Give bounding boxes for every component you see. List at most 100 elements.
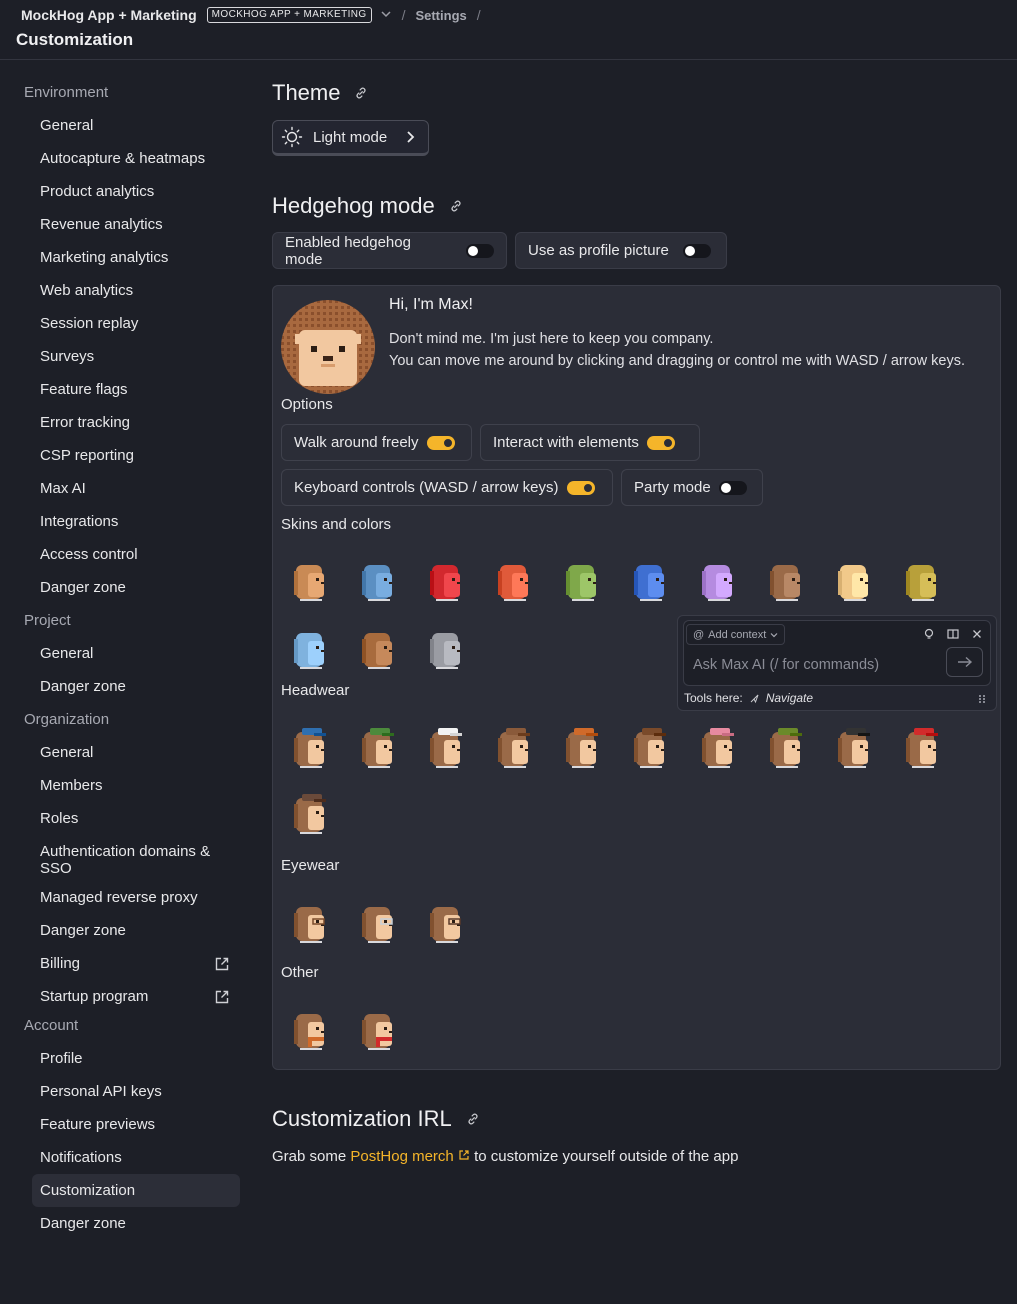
sidebar-item-surveys[interactable]: Surveys: [32, 340, 240, 373]
sidebar-item-csp-reporting[interactable]: CSP reporting: [32, 439, 240, 472]
sidebar-item-autocapture-heatmaps[interactable]: Autocapture & heatmaps: [32, 142, 240, 175]
sidebar-item-managed-reverse-proxy[interactable]: Managed reverse proxy: [32, 881, 240, 914]
toggle-switch[interactable]: [682, 243, 711, 258]
hedgehog-eyewear-option[interactable]: [356, 897, 400, 945]
posthog-merch-link[interactable]: PostHog merch: [350, 1148, 470, 1165]
sidebar-item-danger-zone[interactable]: Danger zone: [32, 670, 240, 703]
hedgehog-headwear-option[interactable]: [696, 722, 740, 770]
breadcrumb-settings[interactable]: Settings: [415, 8, 466, 23]
hedgehog-headwear-option[interactable]: [764, 722, 808, 770]
theme-button-label: Light mode: [313, 128, 388, 146]
hedgehog-skin-option[interactable]: [288, 555, 332, 603]
project-badge[interactable]: MOCKHOG APP + MARKETING: [206, 7, 372, 23]
sidebar-item-session-replay[interactable]: Session replay: [32, 307, 240, 340]
sidebar-item-roles[interactable]: Roles: [32, 802, 240, 835]
sidebar-item-billing[interactable]: Billing: [32, 947, 240, 980]
link-icon[interactable]: [466, 1112, 480, 1126]
keyboard-controls-toggle[interactable]: Keyboard controls (WASD / arrow keys): [281, 469, 613, 506]
hedgehog-skin-option[interactable]: [492, 555, 536, 603]
link-icon[interactable]: [354, 86, 368, 100]
sidebar-item-profile[interactable]: Profile: [32, 1042, 240, 1075]
hedgehog-skin-option[interactable]: [832, 555, 876, 603]
add-context-button[interactable]: @ Add context: [686, 624, 786, 645]
drag-handle-icon[interactable]: [978, 694, 986, 704]
hedgehog-headwear-option[interactable]: [288, 722, 332, 770]
hedgehog-headwear-option[interactable]: [424, 722, 468, 770]
hedgehog-skin-option[interactable]: [900, 555, 944, 603]
sidebar-item-feature-previews[interactable]: Feature previews: [32, 1108, 240, 1141]
hedgehog-other-option[interactable]: [356, 1004, 400, 1052]
hedgehog-skin-option[interactable]: [424, 623, 468, 671]
lightbulb-icon[interactable]: [923, 628, 935, 640]
hedgehog-skin-option[interactable]: [696, 555, 740, 603]
sidebar-item-danger-zone[interactable]: Danger zone: [32, 1207, 240, 1240]
sidebar-item-label: Profile: [40, 1050, 83, 1067]
sidebar-item-error-tracking[interactable]: Error tracking: [32, 406, 240, 439]
sidebar-item-authentication-domains-sso[interactable]: Authentication domains & SSO: [32, 835, 240, 885]
sidebar-item-feature-flags[interactable]: Feature flags: [32, 373, 240, 406]
sidebar-item-danger-zone[interactable]: Danger zone: [32, 571, 240, 604]
theme-light-mode-button[interactable]: Light mode: [272, 120, 429, 156]
hedgehog-other-option[interactable]: [288, 1004, 332, 1052]
breadcrumb-separator: /: [401, 7, 406, 23]
toggle-switch[interactable]: [566, 480, 595, 495]
toggle-switch[interactable]: [466, 243, 494, 258]
hedgehog-headwear-option[interactable]: [832, 722, 876, 770]
sidebar-item-general[interactable]: General: [32, 109, 240, 142]
hedgehog-skin-option[interactable]: [424, 555, 468, 603]
hedgehog-headwear-option[interactable]: [900, 722, 944, 770]
sidebar-item-label: Members: [40, 777, 103, 794]
hedgehog-headwear-option[interactable]: [288, 788, 332, 836]
profile-picture-toggle[interactable]: Use as profile picture: [515, 232, 727, 269]
hedgehog-eyewear-option[interactable]: [288, 897, 332, 945]
sidebar-item-notifications[interactable]: Notifications: [32, 1141, 240, 1174]
sidebar-item-access-control[interactable]: Access control: [32, 538, 240, 571]
hedgehog-skin-option[interactable]: [356, 555, 400, 603]
toggle-switch[interactable]: [718, 480, 747, 495]
sidebar-item-members[interactable]: Members: [32, 769, 240, 802]
hedgehog-heading: Hedgehog mode: [272, 193, 463, 219]
send-button[interactable]: [946, 647, 983, 677]
sidebar-item-label: Feature previews: [40, 1116, 156, 1133]
sidebar-item-integrations[interactable]: Integrations: [32, 505, 240, 538]
toggle-switch[interactable]: [426, 435, 455, 450]
interact-elements-toggle[interactable]: Interact with elements: [480, 424, 700, 461]
hedgehog-skin-option[interactable]: [288, 623, 332, 671]
sidebar-item-max-ai[interactable]: Max AI: [32, 472, 240, 505]
sidebar-item-web-analytics[interactable]: Web analytics: [32, 274, 240, 307]
hedgehog-eyewear-option[interactable]: [424, 897, 468, 945]
breadcrumb: MockHog App + Marketing MOCKHOG APP + MA…: [21, 7, 481, 23]
sidebar-item-customization[interactable]: Customization: [32, 1174, 240, 1207]
walk-freely-toggle[interactable]: Walk around freely: [281, 424, 472, 461]
sidebar-item-label: Danger zone: [40, 579, 126, 596]
sidebar-item-startup-program[interactable]: Startup program: [32, 980, 240, 1013]
sidebar-item-general[interactable]: General: [32, 637, 240, 670]
sidebar-item-danger-zone[interactable]: Danger zone: [32, 914, 240, 947]
sidebar-item-label: Error tracking: [40, 414, 131, 431]
link-icon[interactable]: [449, 199, 463, 213]
hedgehog-skin-option[interactable]: [560, 555, 604, 603]
sidebar-item-revenue-analytics[interactable]: Revenue analytics: [32, 208, 240, 241]
project-name[interactable]: MockHog App + Marketing: [21, 7, 197, 23]
hedgehog-headwear-option[interactable]: [560, 722, 604, 770]
hedgehog-headwear-option[interactable]: [356, 722, 400, 770]
add-context-label: Add context: [708, 628, 767, 641]
sidebar-item-label: Feature flags: [40, 381, 128, 398]
sidepanel-icon[interactable]: [947, 628, 959, 640]
close-icon[interactable]: [971, 628, 983, 640]
sidebar-item-personal-api-keys[interactable]: Personal API keys: [32, 1075, 240, 1108]
party-mode-toggle[interactable]: Party mode: [621, 469, 763, 506]
hedgehog-headwear-option[interactable]: [628, 722, 672, 770]
sidebar-item-product-analytics[interactable]: Product analytics: [32, 175, 240, 208]
chevron-down-icon[interactable]: [380, 8, 392, 23]
sidebar-item-label: Marketing analytics: [40, 249, 169, 266]
hedgehog-skin-option[interactable]: [764, 555, 808, 603]
sidebar-item-marketing-analytics[interactable]: Marketing analytics: [32, 241, 240, 274]
sidebar-item-general[interactable]: General: [32, 736, 240, 769]
hedgehog-skin-option[interactable]: [356, 623, 400, 671]
hedgehog-skin-option[interactable]: [628, 555, 672, 603]
hedgehog-headwear-option[interactable]: [492, 722, 536, 770]
toggle-switch[interactable]: [646, 435, 675, 450]
enabled-hedgehog-toggle[interactable]: Enabled hedgehog mode: [272, 232, 507, 269]
top-bar: MockHog App + Marketing MOCKHOG APP + MA…: [0, 0, 1017, 60]
